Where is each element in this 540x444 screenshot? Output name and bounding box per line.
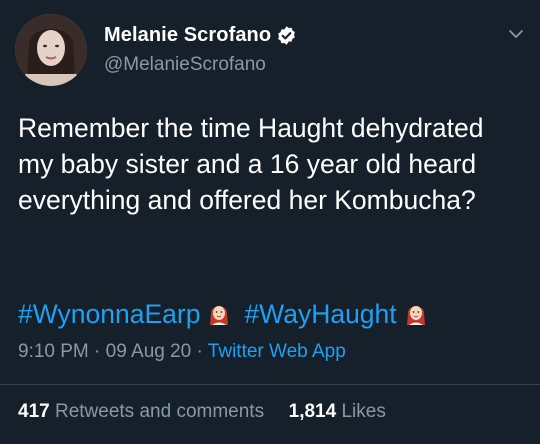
tweet-card: Melanie Scrofano @MelanieScrofano Rememb… [0, 0, 540, 444]
meta-separator: · [94, 341, 101, 362]
woman-red-hair-icon [406, 306, 425, 325]
hashtag-wayhaught[interactable]: #WayHaught [244, 296, 396, 332]
tweet-meta: 9:10 PM · 09 Aug 20 · Twitter Web App [18, 341, 346, 363]
likes-count: 1,814 [288, 401, 337, 422]
tweet-source[interactable]: Twitter Web App [208, 341, 346, 362]
likes-stat[interactable]: 1,814 Likes [289, 401, 386, 422]
tweet-time[interactable]: 9:10 PM [18, 341, 89, 362]
verified-badge-icon [278, 25, 296, 45]
display-name[interactable]: Melanie Scrofano [104, 24, 271, 47]
likes-label: Likes [341, 401, 386, 422]
woman-red-hair-icon [210, 306, 229, 325]
avatar[interactable] [15, 14, 87, 86]
retweets-label: Retweets and comments [54, 401, 265, 422]
author-name-row: Melanie Scrofano [104, 22, 297, 48]
hashtag-wynonnaearp[interactable]: #WynonnaEarp [18, 296, 200, 332]
avatar-image [15, 14, 87, 86]
author-info: Melanie Scrofano @MelanieScrofano [104, 22, 297, 76]
tweet-date[interactable]: 09 Aug 20 [106, 341, 192, 362]
meta-separator: · [196, 341, 203, 362]
retweets-count: 417 [18, 401, 50, 422]
divider [0, 384, 540, 385]
chevron-down-icon[interactable] [508, 26, 524, 42]
author-handle[interactable]: @MelanieScrofano [104, 54, 297, 76]
tweet-stats: 417 Retweets and comments 1,814 Likes [18, 401, 386, 423]
hashtag-row: #WynonnaEarp #WayHaught [18, 296, 441, 332]
tweet-text: Remember the time Haught dehydrated my b… [18, 113, 484, 215]
retweets-stat[interactable]: 417 Retweets and comments [18, 401, 269, 422]
